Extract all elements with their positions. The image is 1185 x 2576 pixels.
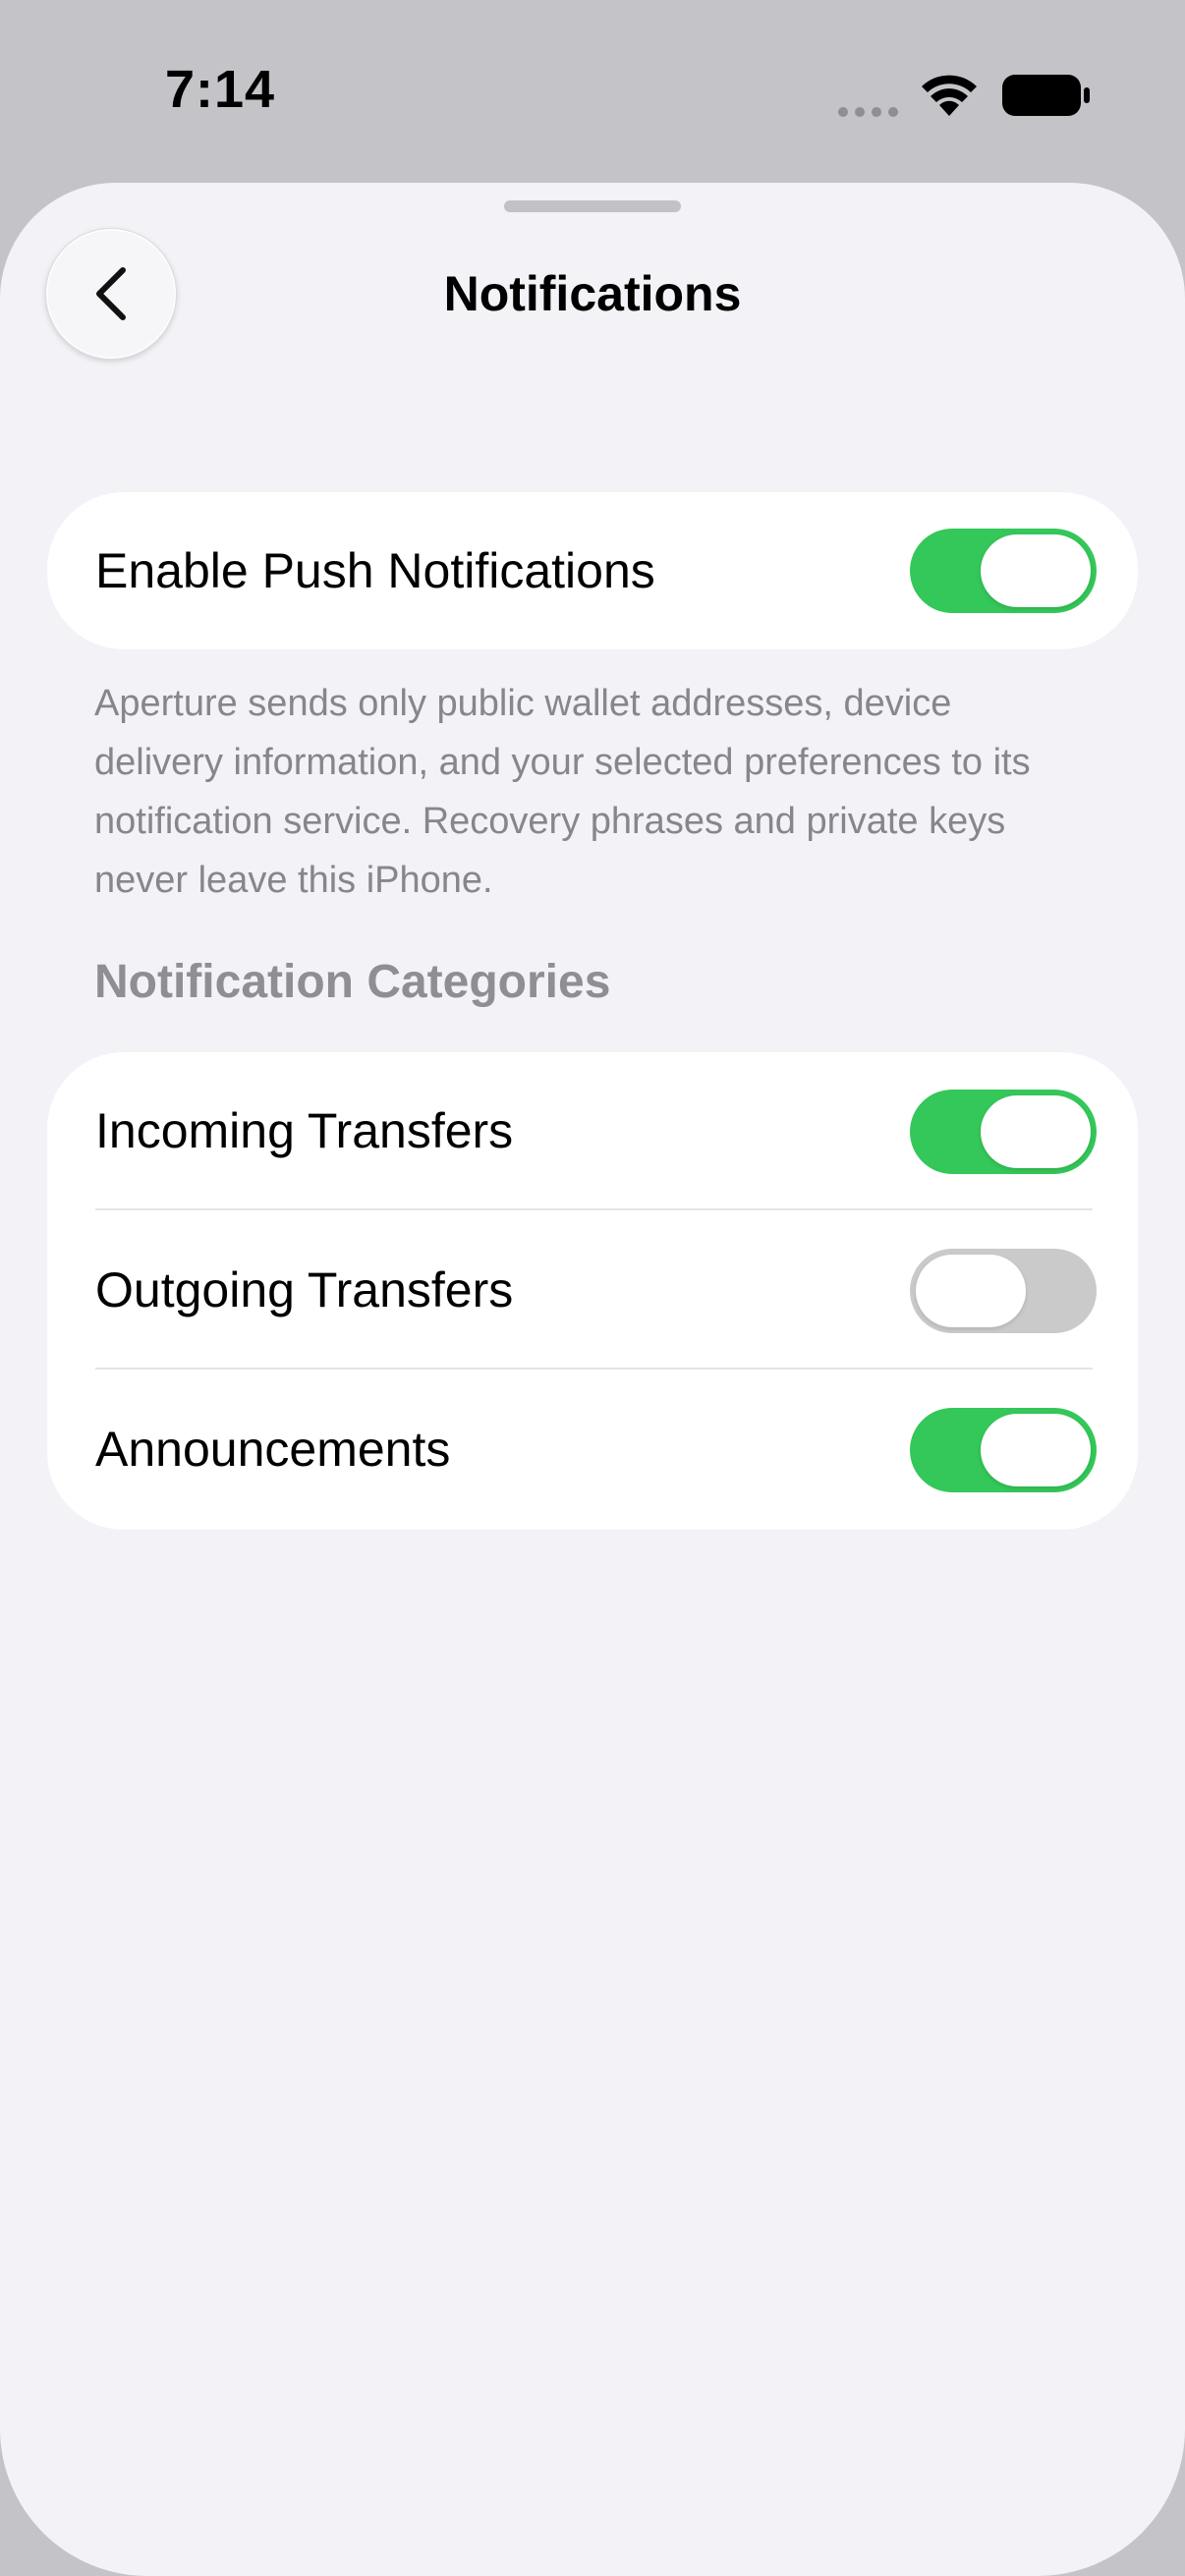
status-bar: 7:14: [0, 0, 1185, 187]
announcements-toggle[interactable]: [910, 1408, 1097, 1492]
row-divider: [95, 1208, 1093, 1210]
toggle-knob: [981, 1095, 1091, 1168]
category-label: Outgoing Transfers: [95, 1262, 514, 1317]
toggle-knob: [981, 534, 1091, 607]
notifications-sheet: Notifications Enable Push Notifications …: [0, 183, 1185, 2576]
sheet-grabber[interactable]: [504, 200, 681, 212]
push-notifications-row: Enable Push Notifications: [47, 492, 1138, 651]
privacy-note: Aperture sends only public wallet addres…: [94, 683, 1031, 901]
category-row-outgoing-transfers: Outgoing Transfers: [47, 1211, 1138, 1371]
categories-card: Incoming Transfers Outgoing Transfers An…: [47, 1052, 1138, 1530]
push-notifications-card: Enable Push Notifications: [47, 492, 1138, 649]
wifi-icon: [922, 75, 977, 116]
back-button[interactable]: [45, 228, 177, 360]
category-row-announcements: Announcements: [47, 1371, 1138, 1530]
status-time: 7:14: [165, 60, 276, 119]
section-header-categories: Notification Categories: [94, 956, 611, 1008]
page-title: Notifications: [443, 266, 742, 321]
push-notifications-toggle[interactable]: [910, 529, 1097, 613]
chevron-left-icon: [96, 267, 126, 320]
incoming-transfers-toggle[interactable]: [910, 1090, 1097, 1174]
outgoing-transfers-toggle[interactable]: [910, 1249, 1097, 1333]
category-row-incoming-transfers: Incoming Transfers: [47, 1052, 1138, 1211]
category-label: Incoming Transfers: [95, 1103, 514, 1158]
toggle-knob: [916, 1255, 1026, 1327]
cellular-dots-icon: [838, 107, 898, 117]
category-label: Announcements: [95, 1422, 451, 1477]
push-notifications-label: Enable Push Notifications: [95, 543, 655, 598]
battery-icon: [1002, 75, 1090, 116]
row-divider: [95, 1368, 1093, 1370]
toggle-knob: [981, 1414, 1091, 1486]
